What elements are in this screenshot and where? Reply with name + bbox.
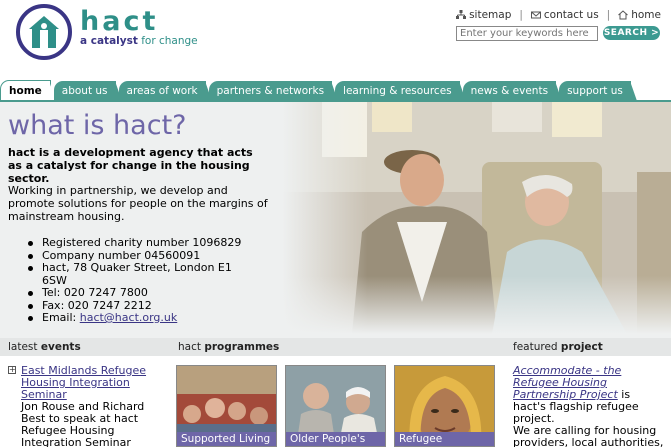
tab-home[interactable]: home xyxy=(0,80,56,101)
hero-body: Working in partnership, we develop and p… xyxy=(8,184,268,223)
search-input[interactable] xyxy=(456,26,598,41)
tab-learning-resources[interactable]: learning & resources xyxy=(335,81,466,101)
event-title-link[interactable]: East Midlands Refugee Housing Integratio… xyxy=(21,365,168,401)
tagline-suffix: for change xyxy=(141,35,198,47)
envelope-icon xyxy=(530,11,541,19)
event-description: Jon Rouse and Richard Best to speak at h… xyxy=(21,400,145,447)
tab-about-us[interactable]: about us xyxy=(53,81,122,101)
site-header: hact a catalyst for change sitemap | con… xyxy=(0,0,671,80)
fact-address: hact, 78 Quaker Street, London E1 6SW xyxy=(28,261,248,287)
hero-photo xyxy=(282,102,671,334)
bottom-section: latest events hact programmes featured p… xyxy=(0,338,671,447)
page-title: what is hact? xyxy=(8,110,187,141)
fact-charity-number: Registered charity number 1096829 xyxy=(28,236,248,250)
home-icon xyxy=(618,10,629,20)
email-prefix: Email: xyxy=(42,311,80,324)
tab-partners-networks[interactable]: partners & networks xyxy=(208,81,339,101)
events-heading-light: latest xyxy=(8,341,38,353)
sitemap-icon xyxy=(456,10,467,19)
hero-section: what is hact? hact is a development agen… xyxy=(0,102,671,338)
programme-refugee[interactable]: Refugee xyxy=(394,365,495,447)
tab-areas-of-work[interactable]: areas of work xyxy=(118,81,212,101)
featured-project-link[interactable]: Accommodate - the Refugee Housing Partne… xyxy=(513,364,621,401)
tagline-prefix: a catalyst xyxy=(80,35,138,47)
programme-caption: Older People's xyxy=(286,432,385,446)
main-nav: home about us areas of work partners & n… xyxy=(0,80,671,101)
events-heading-bold: events xyxy=(40,341,81,353)
featured-text-2: We are calling for housing providers, lo… xyxy=(513,424,664,447)
tab-news-events[interactable]: news & events xyxy=(462,81,563,101)
featured-heading: featured project xyxy=(513,341,603,353)
house-icon xyxy=(29,16,59,48)
contact-us-label: contact us xyxy=(543,9,599,21)
fact-email: Email: hact@hact.org.uk xyxy=(28,311,248,325)
events-heading: latest events xyxy=(8,341,81,353)
programmes-heading: hact programmes xyxy=(178,341,279,353)
search-button[interactable]: SEARCH > xyxy=(603,26,660,40)
programme-supported-living[interactable]: Supported Living xyxy=(176,365,277,447)
logo-tagline: a catalyst for change xyxy=(80,35,198,47)
home-label: home xyxy=(631,9,661,21)
sitemap-label: sitemap xyxy=(469,9,512,21)
logo-wordmark[interactable]: hact xyxy=(80,8,158,35)
utility-links: sitemap | contact us | home xyxy=(456,9,661,21)
event-item: + East Midlands Refugee Housing Integrat… xyxy=(8,365,168,447)
featured-project: Accommodate - the Refugee Housing Partne… xyxy=(513,365,665,447)
separator: | xyxy=(606,9,611,21)
home-link[interactable]: home xyxy=(618,9,661,21)
hero-lead: hact is a development agency that acts a… xyxy=(8,146,253,185)
sitemap-link[interactable]: sitemap xyxy=(456,9,511,21)
programmes-heading-bold: programmes xyxy=(204,341,280,353)
programme-older-people[interactable]: Older People's xyxy=(285,365,386,447)
programme-caption: Supported Living xyxy=(177,432,276,446)
featured-heading-light: featured xyxy=(513,341,558,353)
contact-facts-list: Registered charity number 1096829 Compan… xyxy=(28,236,248,325)
contact-us-link[interactable]: contact us xyxy=(530,9,599,21)
featured-heading-bold: project xyxy=(560,341,603,353)
programme-caption: Refugee xyxy=(395,432,494,446)
expand-toggle-icon[interactable]: + xyxy=(8,366,16,374)
hact-logo-icon[interactable] xyxy=(16,4,72,60)
tab-support-us[interactable]: support us xyxy=(559,81,637,101)
email-link[interactable]: hact@hact.org.uk xyxy=(80,311,178,324)
programmes-heading-light: hact xyxy=(178,341,201,353)
fact-tel: Tel: 020 7247 7800 xyxy=(28,286,248,300)
elderly-couple-photo xyxy=(282,102,671,334)
separator: | xyxy=(519,9,523,21)
